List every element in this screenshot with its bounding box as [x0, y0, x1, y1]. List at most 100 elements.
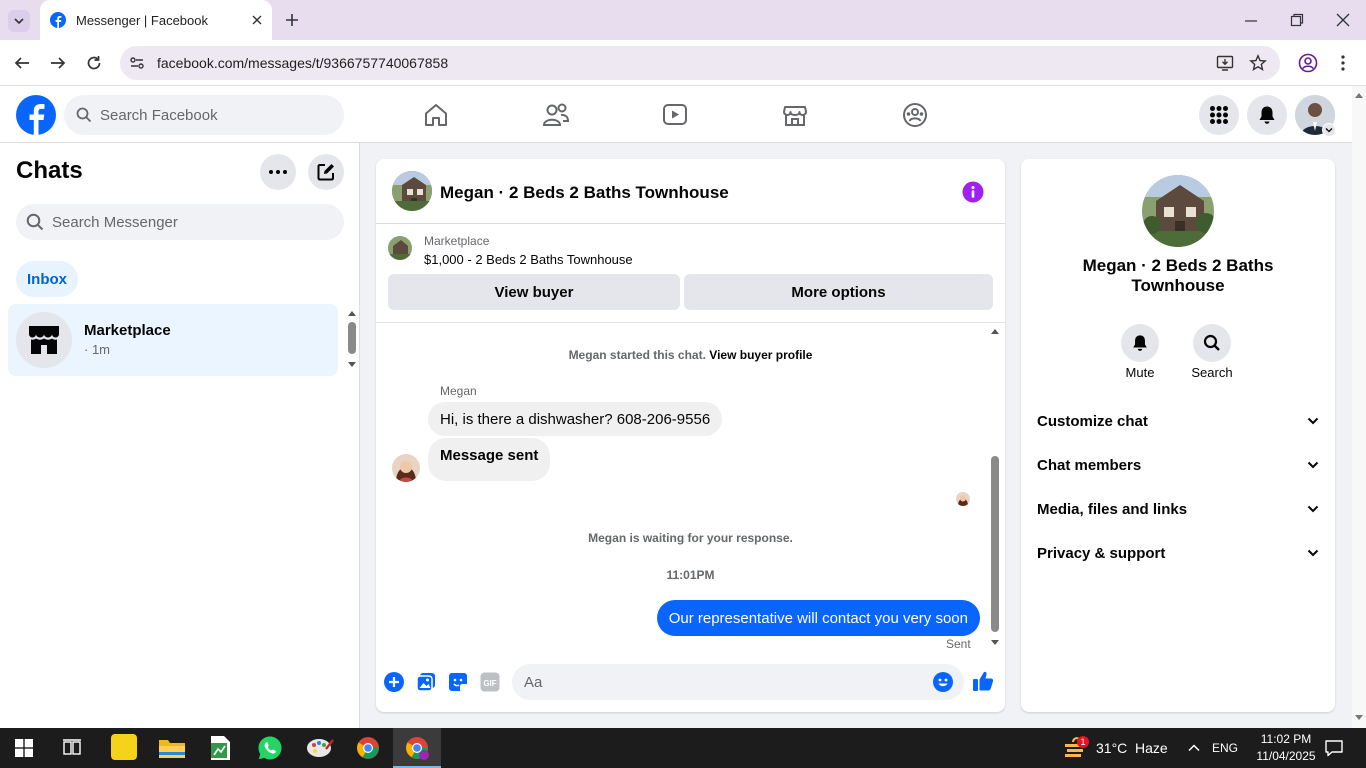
bookmark-star-icon[interactable] — [1249, 54, 1267, 72]
search-label: Search — [1191, 365, 1233, 380]
conversation-avatar[interactable] — [392, 171, 432, 211]
profile-icon[interactable] — [1298, 53, 1318, 73]
thumbs-up-icon[interactable] — [972, 670, 994, 692]
whatsapp-icon[interactable] — [257, 735, 283, 761]
forward-arrow-icon[interactable] — [49, 54, 67, 72]
facebook-search-input[interactable]: Search Facebook — [64, 95, 344, 135]
clock-time[interactable]: 11:02 PM — [1254, 732, 1318, 746]
task-view-icon[interactable] — [62, 738, 82, 758]
friends-icon[interactable] — [542, 102, 570, 128]
notifications-button[interactable] — [1247, 95, 1287, 135]
message-sender-name: Megan — [440, 384, 477, 398]
weather-description: Haze — [1135, 740, 1168, 756]
new-tab-icon[interactable] — [284, 12, 300, 28]
conversation-title[interactable]: Megan · 2 Beds 2 Baths Townhouse — [440, 183, 729, 203]
mute-button[interactable] — [1121, 324, 1159, 362]
section-label: Chat members — [1037, 456, 1142, 474]
emoji-icon[interactable] — [933, 672, 953, 692]
marketplace-icon[interactable] — [782, 102, 808, 128]
messenger-search-input[interactable]: Search Messenger — [16, 204, 344, 240]
reload-icon[interactable] — [85, 54, 103, 72]
address-bar[interactable]: facebook.com/messages/t/9366757740067858 — [120, 46, 1280, 80]
chats-options-button[interactable] — [260, 154, 296, 190]
section-label: Privacy & support — [1037, 544, 1166, 562]
page-scrollbar[interactable] — [1352, 86, 1366, 728]
listing-title[interactable]: $1,000 - 2 Beds 2 Baths Townhouse — [424, 252, 633, 267]
more-options-button[interactable]: More options — [684, 274, 993, 310]
attach-photo-icon[interactable] — [416, 672, 436, 692]
listing-divider — [376, 322, 1005, 323]
groups-icon[interactable] — [902, 102, 928, 128]
sticky-notes-icon[interactable] — [111, 734, 137, 760]
customize-chat-section[interactable]: Customize chat — [1037, 409, 1319, 433]
home-icon[interactable] — [423, 102, 449, 128]
more-options-label: More options — [791, 283, 886, 301]
message-status: Sent — [946, 637, 971, 651]
sender-avatar[interactable] — [392, 454, 420, 482]
privacy-support-section[interactable]: Privacy & support — [1037, 541, 1319, 565]
more-actions-plus-icon[interactable] — [384, 672, 404, 692]
message-text: Hi, is there a dishwasher? 608-206-9556 — [440, 410, 711, 428]
message-input[interactable]: Aa — [512, 664, 964, 700]
chat-members-section[interactable]: Chat members — [1037, 453, 1319, 477]
file-explorer-icon[interactable] — [158, 736, 186, 760]
incoming-message-bubble[interactable]: Hi, is there a dishwasher? 608-206-9556 — [428, 402, 723, 436]
restore-window-icon[interactable] — [1290, 13, 1304, 27]
weather-alert-count: 1 — [1080, 737, 1086, 747]
browser-menu-icon[interactable] — [1340, 54, 1346, 72]
media-files-links-section[interactable]: Media, files and links — [1037, 497, 1319, 521]
listing-source: Marketplace — [424, 234, 490, 248]
section-label: Media, files and links — [1037, 500, 1188, 518]
conversation-info-icon[interactable] — [962, 181, 984, 203]
view-buyer-profile-link[interactable]: View buyer profile — [709, 348, 812, 362]
chevron-down-icon — [1307, 505, 1319, 513]
messenger-search-icon — [26, 213, 44, 231]
facebook-logo-icon[interactable] — [16, 95, 56, 135]
close-window-icon[interactable] — [1336, 13, 1350, 27]
incoming-message-bubble[interactable]: Message sent — [428, 438, 551, 481]
browser-tab-messenger[interactable]: Messenger | Facebook — [40, 0, 272, 40]
facebook-favicon-icon — [50, 12, 66, 28]
action-center-icon[interactable] — [1324, 738, 1344, 758]
listing-thumbnail[interactable] — [388, 236, 412, 260]
clock-date[interactable]: 11/04/2025 — [1254, 749, 1318, 763]
sticker-icon[interactable] — [448, 672, 468, 692]
minimize-window-icon[interactable] — [1244, 14, 1258, 28]
inbox-label: Inbox — [27, 270, 67, 288]
conversation-header-divider — [376, 223, 1005, 224]
video-icon[interactable] — [662, 102, 688, 128]
inbox-filter-tab[interactable]: Inbox — [16, 261, 78, 297]
chat-time: · 1m — [84, 342, 110, 357]
chrome-icon[interactable] — [356, 736, 380, 760]
bell-icon — [1133, 335, 1147, 351]
menu-grid-button[interactable] — [1199, 95, 1239, 135]
weather-temperature: 31°C — [1096, 740, 1128, 756]
profile-photo[interactable] — [1142, 175, 1214, 247]
close-tab-icon[interactable] — [252, 15, 262, 25]
chrome-profile-icon[interactable] — [405, 736, 429, 760]
view-buyer-button[interactable]: View buyer — [388, 274, 680, 310]
search-in-conversation-button[interactable] — [1193, 324, 1231, 362]
input-language[interactable]: ENG — [1212, 741, 1238, 755]
windows-start-icon[interactable] — [15, 739, 33, 757]
grid-icon — [1210, 106, 1228, 124]
tab-list-chevron-icon[interactable] — [8, 10, 30, 32]
svg-text:GIF: GIF — [483, 679, 496, 688]
chat-list-scrollbar[interactable] — [344, 306, 360, 372]
install-app-icon[interactable] — [1216, 54, 1234, 72]
gif-icon[interactable]: GIF — [480, 672, 500, 692]
section-label: Customize chat — [1037, 412, 1148, 430]
profile-name: Megan · 2 Beds 2 Baths Townhouse — [1082, 256, 1274, 295]
messages-scrollbar[interactable] — [988, 324, 1002, 650]
read-receipt-avatar — [956, 492, 970, 506]
show-hidden-icons-chevron-icon[interactable] — [1187, 741, 1201, 755]
spreadsheet-app-icon[interactable] — [208, 735, 232, 761]
more-horizontal-icon — [269, 170, 287, 174]
new-message-button[interactable] — [308, 154, 344, 190]
outgoing-message-bubble[interactable]: Our representative will contact you very… — [656, 600, 980, 636]
paint-app-icon[interactable] — [306, 736, 334, 760]
site-info-icon[interactable] — [129, 55, 145, 71]
back-arrow-icon[interactable] — [13, 54, 31, 72]
waiting-notice: Megan is waiting for your response. — [588, 531, 793, 545]
account-chevron-down-icon[interactable] — [1322, 123, 1336, 137]
